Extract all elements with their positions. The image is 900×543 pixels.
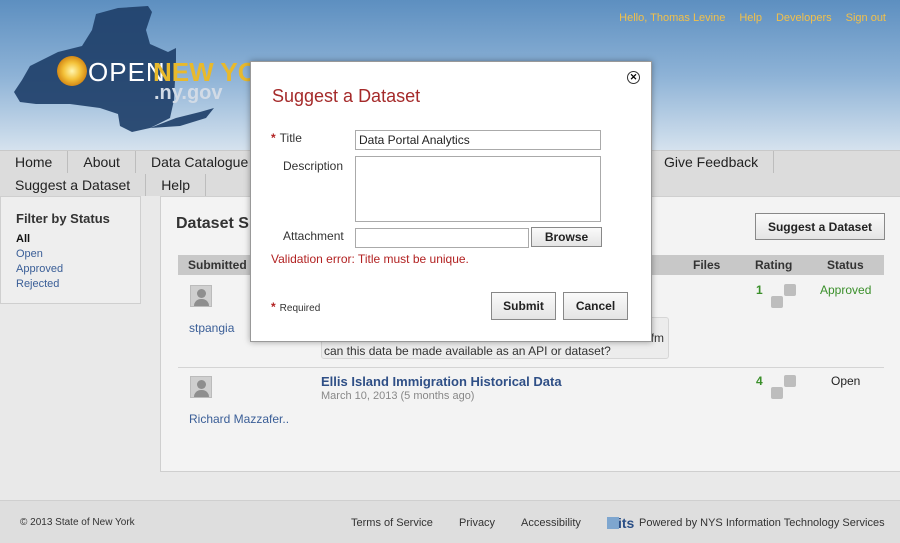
title-label: * Title (271, 131, 302, 145)
suggest-dataset-dialog: ✕ Suggest a Dataset *Title Description A… (250, 61, 652, 342)
title-input[interactable] (355, 130, 601, 150)
required-star: * (271, 300, 276, 314)
dialog-title: Suggest a Dataset (272, 86, 421, 106)
required-star: * (271, 131, 276, 145)
title-label-text: Title (279, 131, 302, 145)
required-note-text: Required (279, 303, 321, 314)
required-note: * Required (271, 300, 320, 314)
browse-button[interactable]: Browse (531, 227, 602, 247)
description-label: Description (283, 159, 344, 173)
submit-button[interactable]: Submit (491, 292, 556, 320)
close-icon[interactable]: ✕ (627, 71, 640, 84)
cancel-button[interactable]: Cancel (563, 292, 628, 320)
modal-overlay: ✕ Suggest a Dataset *Title Description A… (0, 0, 900, 543)
validation-error-message: Validation error: Title must be unique. (271, 252, 469, 266)
attachment-field[interactable] (355, 228, 529, 248)
attachment-label: Attachment (283, 229, 344, 243)
description-textarea[interactable] (355, 156, 601, 222)
